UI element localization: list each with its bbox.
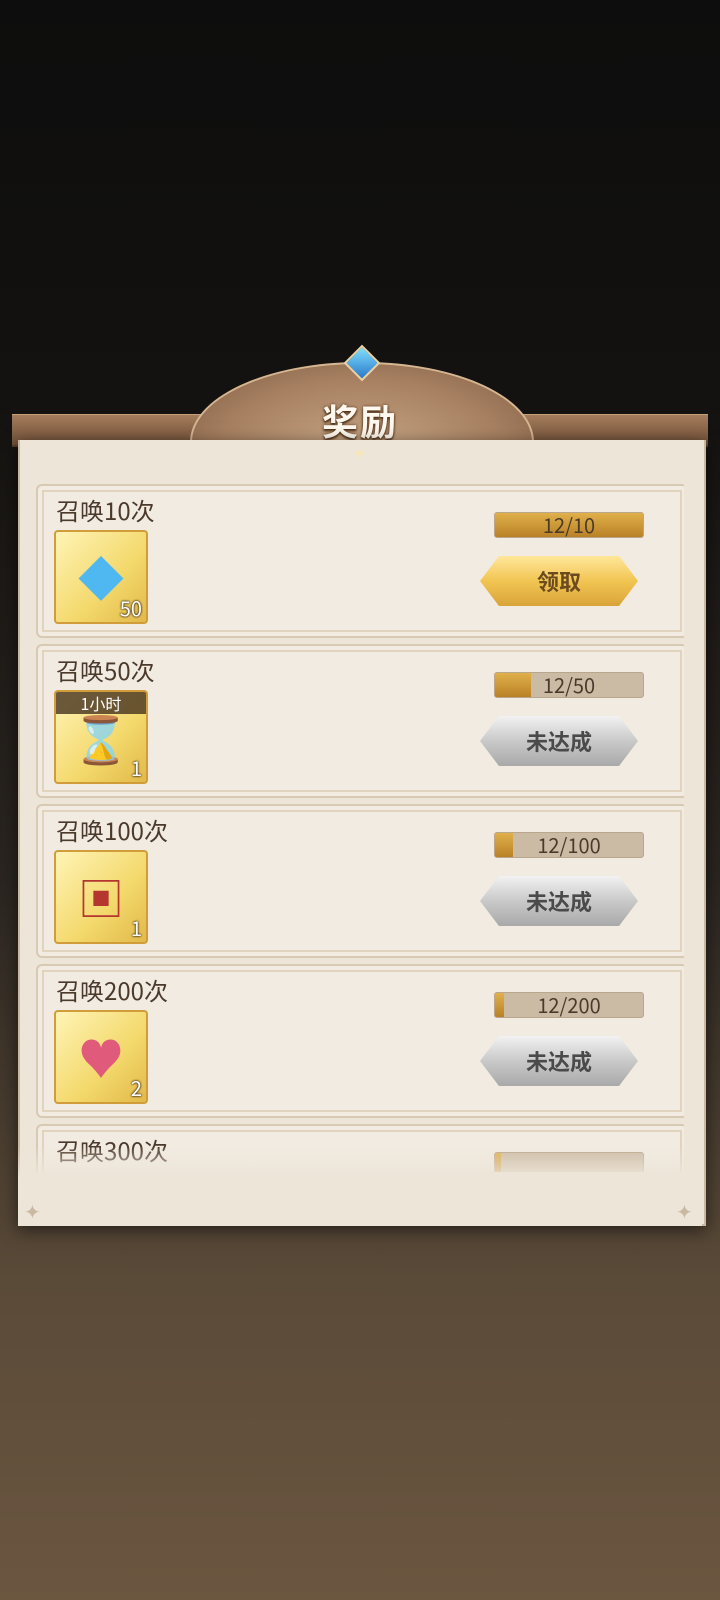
duration-tag: 1小时 bbox=[56, 692, 146, 714]
progress-text: 12/10 bbox=[542, 512, 596, 538]
reward-label: 召唤200次 bbox=[56, 972, 168, 1007]
progress-text: 12/100 bbox=[537, 832, 601, 858]
panel-title: 奖励 bbox=[321, 394, 398, 446]
reward-list[interactable]: 召唤10次 ◆ 50 12/10 领取 召唤50次 ⌛ 1小时 1 12/50 … bbox=[36, 484, 684, 1172]
reward-item[interactable]: ♥ 2 bbox=[54, 1010, 148, 1104]
progress-bar: 12/10 bbox=[494, 512, 644, 538]
reward-card: 召唤10次 ◆ 50 12/10 领取 bbox=[36, 484, 684, 638]
not-achieved-button[interactable]: 未达成 bbox=[480, 1036, 638, 1086]
progress-bar: 12/100 bbox=[494, 832, 644, 858]
reward-label: 召唤100次 bbox=[56, 812, 168, 847]
star-ornament-icon: ✦ bbox=[352, 440, 368, 466]
reward-item[interactable]: ⌛ 1小时 1 bbox=[54, 690, 148, 784]
progress-bar: 12/200 bbox=[494, 992, 644, 1018]
not-achieved-button[interactable]: 未达成 bbox=[480, 876, 638, 926]
progress-bar: 12/50 bbox=[494, 672, 644, 698]
reward-card: 召唤100次 ▣ 1 12/100 未达成 bbox=[36, 804, 684, 958]
item-count: 50 bbox=[119, 593, 142, 622]
claim-button[interactable]: 领取 bbox=[480, 556, 638, 606]
progress-text: 12/50 bbox=[542, 672, 596, 698]
corner-ornament-icon: ✦ bbox=[676, 1196, 693, 1225]
reward-item[interactable]: ◆ 50 bbox=[54, 530, 148, 624]
item-count: 1 bbox=[130, 913, 142, 942]
list-fade bbox=[18, 1146, 702, 1226]
progress-text: 12/200 bbox=[537, 992, 601, 1018]
reward-card: 召唤200次 ♥ 2 12/200 未达成 bbox=[36, 964, 684, 1118]
reward-label: 召唤50次 bbox=[56, 652, 155, 687]
corner-ornament-icon: ✦ bbox=[24, 1196, 41, 1225]
reward-label: 召唤10次 bbox=[56, 492, 155, 527]
reward-card: 召唤50次 ⌛ 1小时 1 12/50 未达成 bbox=[36, 644, 684, 798]
item-count: 1 bbox=[130, 753, 142, 782]
not-achieved-button[interactable]: 未达成 bbox=[480, 716, 638, 766]
reward-item[interactable]: ▣ 1 bbox=[54, 850, 148, 944]
item-count: 2 bbox=[130, 1073, 142, 1102]
